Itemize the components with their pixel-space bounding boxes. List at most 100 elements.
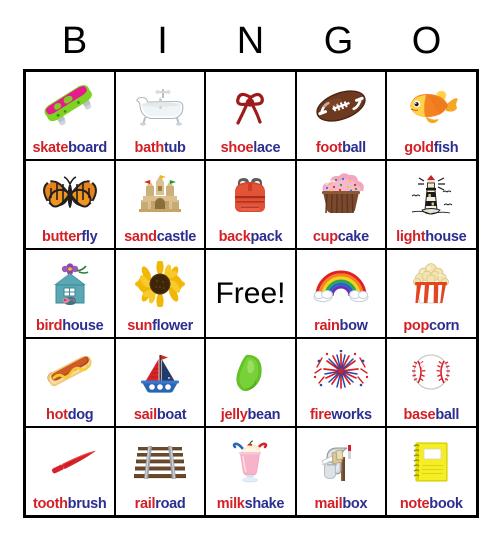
bingo-cell-jellybean[interactable]: jellybean [204,337,297,428]
bingo-row: skateboard bathtub shoelace football gol… [23,69,478,161]
cell-inner: lighthouse [387,161,475,248]
bingo-cell-lighthouse[interactable]: lighthouse [385,159,478,250]
bingo-cell-mailbox[interactable]: mailbox [294,426,388,518]
word-segment-first: base [403,407,436,423]
bingo-cell-baseball[interactable]: baseball [385,337,478,428]
bingo-cell-butterfly[interactable]: butterfly [23,159,116,250]
word-segment-first: jelly [220,407,248,423]
word-segment-second: works [331,407,372,423]
word-segment-second: bow [339,318,368,334]
sandcastle-icon [116,161,204,229]
bingo-cell-goldfish[interactable]: goldfish [385,69,478,161]
cell-word-label: butterfly [42,229,98,247]
milkshake-icon [206,428,294,496]
word-segment-first: cup [312,229,338,245]
cell-inner: football [297,72,385,159]
cell-word-label: cupcake [313,229,369,247]
header-letter-b: B [61,20,88,62]
cell-word-label: goldfish [404,140,458,158]
bingo-cell-milkshake[interactable]: milkshake [204,426,297,518]
cell-inner: hotdog [26,339,114,426]
bingo-cell-free[interactable]: Free! [204,248,297,339]
cupcake-icon [297,161,385,229]
word-segment-second: bean [247,407,281,423]
bingo-header: B I N G O [31,0,471,62]
word-segment-first: tooth [32,496,68,512]
bingo-cell-cupcake[interactable]: cupcake [294,159,388,250]
cell-word-label: notebook [400,496,463,514]
jellybean-icon [206,339,294,407]
cell-word-label: milkshake [217,496,285,514]
bingo-cell-bathtub[interactable]: bathtub [113,69,207,161]
bingo-cell-sandcastle[interactable]: sandcastle [113,159,207,250]
backpack-icon [206,161,294,229]
cell-inner: popcorn [387,250,475,337]
cell-word-label: toothbrush [33,496,107,514]
cell-inner: backpack [206,161,294,248]
bingo-cell-popcorn[interactable]: popcorn [385,248,478,339]
hotdog-icon [26,339,114,407]
header-letter-i: I [157,20,168,62]
word-segment-first: sun [127,318,153,334]
cell-inner: jellybean [206,339,294,426]
word-segment-first: foot [315,140,343,156]
skateboard-icon [26,72,114,140]
word-segment-first: bath [134,140,165,156]
free-space-label: Free! [215,276,286,310]
word-segment-first: back [218,229,251,245]
bingo-cell-football[interactable]: football [294,69,388,161]
bingo-cell-sailboat[interactable]: sailboat [113,337,207,428]
baseball-icon [387,339,475,407]
cell-inner: Free! [206,250,294,337]
word-segment-second: ball [435,407,460,423]
word-segment-first: sail [133,407,157,423]
word-segment-second: tub [163,140,186,156]
cell-word-label: shoelace [221,140,281,158]
cell-word-label: football [316,140,366,158]
bingo-cell-toothbrush[interactable]: toothbrush [23,426,116,518]
cell-inner: skateboard [26,72,114,159]
bingo-cell-rainbow[interactable]: rainbow [294,248,388,339]
bingo-row: birdhouse sunflower Free! rainbow popcorn [23,248,478,339]
bingo-cell-fireworks[interactable]: fireworks [294,337,388,428]
cell-word-label: fireworks [310,407,372,425]
toothbrush-icon [26,428,114,496]
cell-inner: fireworks [297,339,385,426]
word-segment-second: pack [250,229,283,245]
bingo-cell-notebook[interactable]: notebook [385,426,478,518]
word-segment-second: corn [429,318,460,334]
cell-word-label: birdhouse [36,318,104,336]
cell-word-label: backpack [219,229,283,247]
cell-word-label: baseball [403,407,459,425]
word-segment-first: pop [403,318,429,334]
bingo-cell-backpack[interactable]: backpack [204,159,297,250]
word-segment-second: box [342,496,368,512]
bingo-cell-hotdog[interactable]: hotdog [23,337,116,428]
cell-inner: birdhouse [26,250,114,337]
bingo-grid: skateboard bathtub shoelace football gol… [22,69,479,518]
word-segment-second: ball [342,140,366,156]
bingo-row: toothbrush railroad milkshake mailbox no… [23,426,478,518]
word-segment-first: fire [309,407,332,423]
word-segment-first: bird [36,318,63,334]
bingo-cell-shoelace[interactable]: shoelace [204,69,297,161]
mailbox-icon [297,428,385,496]
bingo-cell-sunflower[interactable]: sunflower [113,248,207,339]
cell-word-label: sandcastle [124,229,196,247]
word-segment-second: board [68,140,107,156]
birdhouse-icon [26,250,114,318]
bingo-cell-skateboard[interactable]: skateboard [23,69,116,161]
cell-word-label: bathtub [135,140,186,158]
sailboat-icon [116,339,204,407]
cell-word-label: mailbox [315,496,368,514]
cell-word-label: popcorn [403,318,459,336]
cell-word-label: skateboard [33,140,108,158]
word-segment-second: castle [156,229,197,245]
cell-word-label: jellybean [220,407,281,425]
cell-inner: milkshake [206,428,294,515]
word-segment-first: light [396,229,426,245]
cell-word-label: sunflower [127,318,193,336]
cell-word-label: lighthouse [396,229,467,247]
bingo-cell-birdhouse[interactable]: birdhouse [23,248,116,339]
bingo-cell-railroad[interactable]: railroad [113,426,207,518]
